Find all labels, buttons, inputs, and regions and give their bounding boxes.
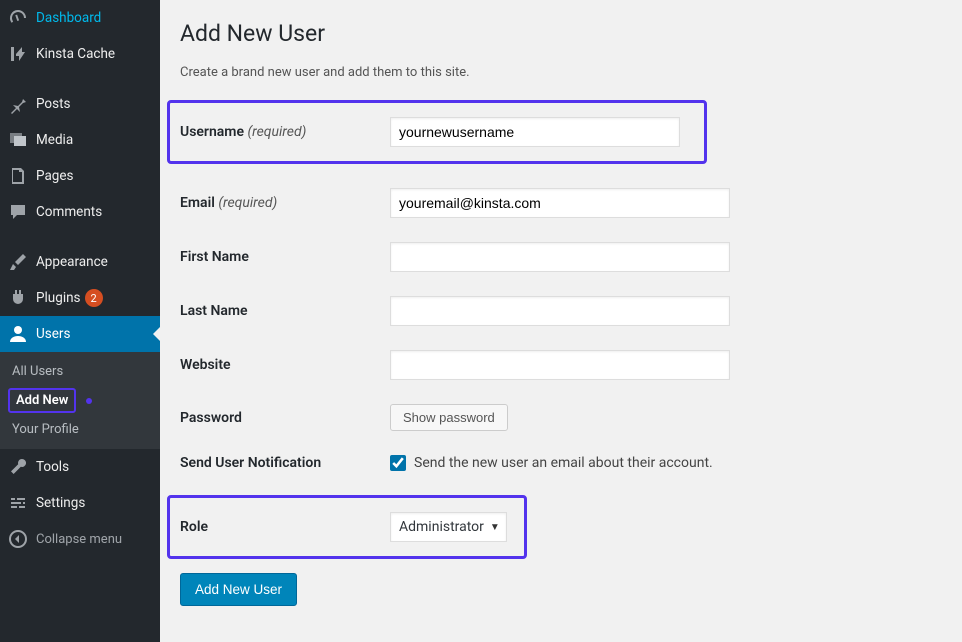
users-submenu: All Users Add New Your Profile — [0, 352, 160, 449]
sidebar-label: Pages — [36, 168, 74, 184]
sidebar-label: Kinsta Cache — [36, 46, 115, 62]
sidebar-item-plugins[interactable]: Plugins 2 — [0, 280, 160, 316]
collapse-menu[interactable]: Collapse menu — [0, 521, 160, 557]
role-row: Role Administrator ▼ — [167, 495, 527, 559]
last-name-label: Last Name — [180, 303, 390, 319]
chevron-down-icon: ▼ — [490, 522, 500, 533]
username-row: Username (required) — [167, 100, 707, 164]
dashboard-icon — [8, 8, 28, 28]
kinsta-icon — [8, 44, 28, 64]
main-content: Add New User Create a brand new user and… — [160, 0, 962, 642]
collapse-label: Collapse menu — [36, 532, 122, 547]
last-name-row: Last Name — [180, 296, 942, 326]
highlight-dot — [86, 398, 92, 404]
last-name-input[interactable] — [390, 296, 730, 326]
notification-text: Send the new user an email about their a… — [414, 455, 713, 471]
submenu-add-new[interactable]: Add New — [8, 388, 76, 413]
sidebar-item-kinsta-cache[interactable]: Kinsta Cache — [0, 36, 160, 72]
sidebar-label: Appearance — [36, 254, 108, 270]
settings-icon — [8, 493, 28, 513]
media-icon — [8, 130, 28, 150]
notification-label: Send User Notification — [180, 455, 390, 471]
email-label: Email (required) — [180, 195, 390, 211]
sidebar-label: Plugins — [36, 290, 81, 306]
submenu-all-users[interactable]: All Users — [0, 358, 160, 385]
sidebar-item-dashboard[interactable]: Dashboard — [0, 0, 160, 36]
sidebar-label: Media — [36, 132, 73, 148]
plugin-icon — [8, 288, 28, 308]
notification-row: Send User Notification Send the new user… — [180, 455, 942, 471]
users-icon — [8, 324, 28, 344]
first-name-label: First Name — [180, 249, 390, 265]
username-input[interactable] — [390, 117, 680, 147]
sidebar-label: Users — [36, 326, 70, 342]
sidebar-label: Posts — [36, 96, 70, 112]
page-description: Create a brand new user and add them to … — [180, 65, 942, 80]
username-label: Username (required) — [180, 124, 390, 140]
password-label: Password — [180, 410, 390, 426]
first-name-row: First Name — [180, 242, 942, 272]
collapse-icon — [8, 529, 28, 549]
email-row: Email (required) — [180, 188, 942, 218]
sidebar-item-users[interactable]: Users — [0, 316, 160, 352]
website-input[interactable] — [390, 350, 730, 380]
role-select[interactable]: Administrator ▼ — [390, 512, 507, 542]
show-password-button[interactable]: Show password — [390, 404, 508, 431]
sidebar-label: Comments — [36, 204, 102, 220]
first-name-input[interactable] — [390, 242, 730, 272]
sidebar-item-posts[interactable]: Posts — [0, 86, 160, 122]
sidebar-label: Tools — [36, 459, 69, 475]
wrench-icon — [8, 457, 28, 477]
sidebar-label: Dashboard — [36, 10, 101, 26]
role-select-value: Administrator — [399, 519, 484, 535]
submenu-your-profile[interactable]: Your Profile — [0, 416, 160, 443]
pages-icon — [8, 166, 28, 186]
add-user-submit-button[interactable]: Add New User — [180, 573, 297, 606]
website-label: Website — [180, 357, 390, 373]
comments-icon — [8, 202, 28, 222]
sidebar-item-settings[interactable]: Settings — [0, 485, 160, 521]
sidebar-label: Settings — [36, 495, 85, 511]
password-row: Password Show password — [180, 404, 942, 431]
sidebar-item-appearance[interactable]: Appearance — [0, 244, 160, 280]
plugins-update-badge: 2 — [85, 289, 103, 307]
role-label: Role — [180, 519, 390, 535]
email-input[interactable] — [390, 188, 730, 218]
sidebar-item-pages[interactable]: Pages — [0, 158, 160, 194]
page-title: Add New User — [180, 20, 942, 47]
notification-checkbox[interactable] — [390, 455, 406, 471]
sidebar-item-media[interactable]: Media — [0, 122, 160, 158]
website-row: Website — [180, 350, 942, 380]
brush-icon — [8, 252, 28, 272]
sidebar-item-comments[interactable]: Comments — [0, 194, 160, 230]
pin-icon — [8, 94, 28, 114]
admin-sidebar: Dashboard Kinsta Cache Posts Media Pages… — [0, 0, 160, 642]
sidebar-item-tools[interactable]: Tools — [0, 449, 160, 485]
